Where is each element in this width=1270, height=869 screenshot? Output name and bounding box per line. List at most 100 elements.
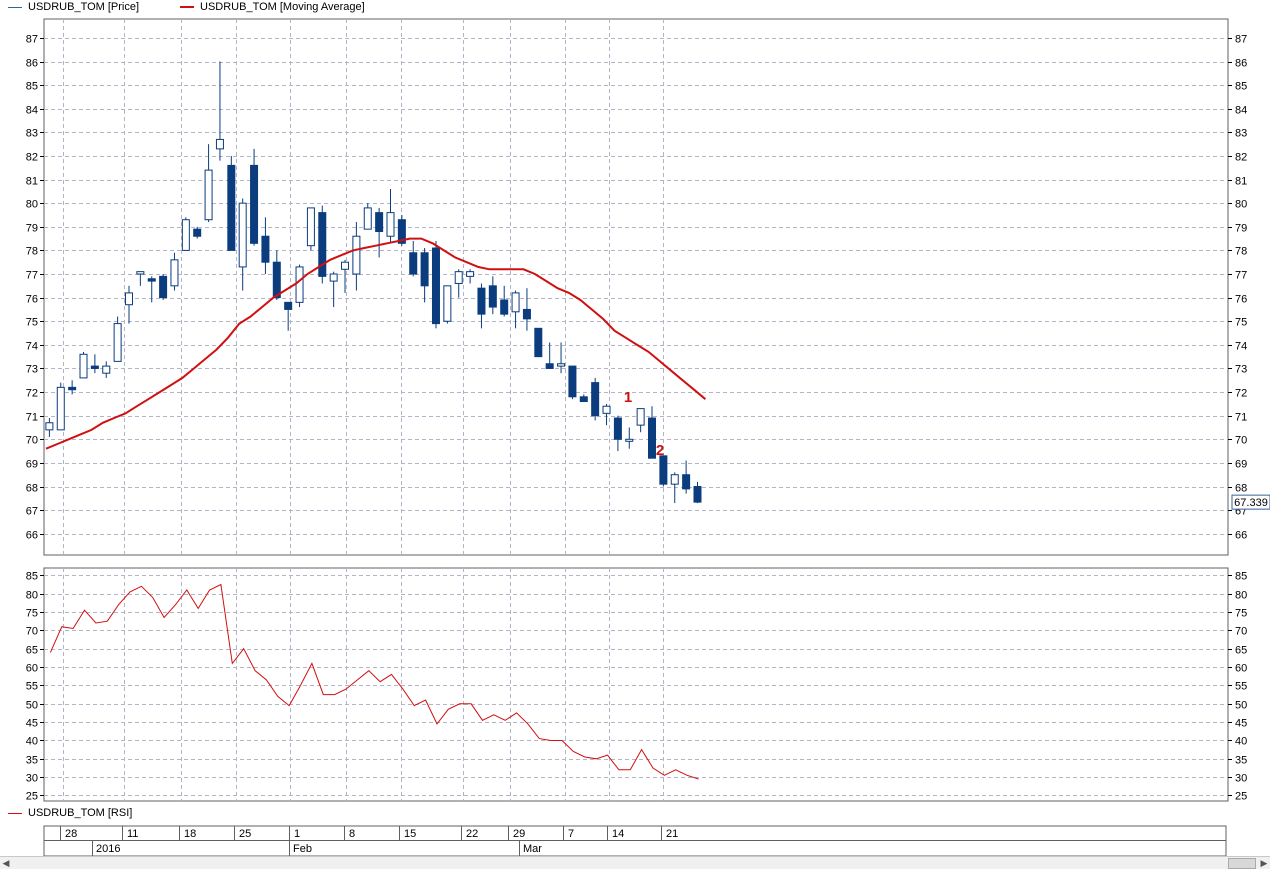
price-tick-label-right: 81 [1235, 176, 1247, 188]
price-candle[interactable] [79, 351, 88, 379]
price-candle[interactable] [181, 217, 190, 251]
price-tick-label-left: 70 [26, 435, 38, 447]
price-tick-label-right: 87 [1235, 34, 1247, 46]
price-tick-label-right: 80 [1235, 199, 1247, 211]
price-candle[interactable] [306, 207, 315, 251]
price-candle[interactable] [56, 382, 65, 431]
candle-body-down [272, 261, 281, 299]
price-tick-label-right: 84 [1235, 105, 1247, 117]
candle-body-down [227, 164, 236, 251]
price-tick-label-left: 75 [26, 317, 38, 329]
price-candle[interactable] [295, 264, 304, 308]
price-candle[interactable] [227, 155, 236, 251]
candle-body-down [147, 278, 156, 282]
candle-body-down [522, 308, 531, 320]
price-tick-label-right: 85 [1235, 81, 1247, 93]
rsi-tick-label-left: 65 [26, 645, 38, 657]
period-label: Feb [293, 843, 312, 855]
candle-body-up [511, 292, 520, 313]
day-label: 8 [349, 828, 355, 840]
candle-body-up [79, 353, 88, 379]
price-tick-label-left: 85 [26, 81, 38, 93]
legend-rsi[interactable]: USDRUB_TOM [RSI] [8, 807, 132, 819]
candle-body-up [238, 202, 247, 268]
candle-body-down [431, 247, 440, 325]
rsi-tick-label-right: 65 [1235, 645, 1247, 657]
annotation-label: 1 [624, 389, 632, 406]
candle-body-down [693, 486, 702, 503]
price-candle[interactable] [318, 205, 327, 284]
candle-body-up [295, 266, 304, 303]
price-tick-label-right: 78 [1235, 246, 1247, 258]
candle-body-up [102, 365, 111, 374]
price-tick-label-left: 73 [26, 364, 38, 376]
candle-body-up [45, 422, 54, 431]
period-label: Mar [523, 843, 542, 855]
candle-body-down [420, 252, 429, 287]
candle-body-up [204, 169, 213, 221]
price-tick-label-left: 84 [26, 105, 38, 117]
candle-body-down [613, 417, 622, 440]
candle-body-up [329, 273, 338, 282]
chart-canvas[interactable]: 66 6667 6768 6869 6970 7071 7172 7273 7374 7475 75… [0, 0, 1270, 856]
price-candle[interactable] [659, 455, 668, 487]
price-tick-label-right: 74 [1235, 341, 1247, 353]
price-tick-label-left: 87 [26, 34, 38, 46]
price-candle[interactable] [159, 274, 168, 300]
price-candle[interactable] [113, 316, 122, 362]
candle-body-down [90, 365, 99, 369]
price-tick-label-right: 79 [1235, 223, 1247, 235]
price-tick-label-left: 69 [26, 459, 38, 471]
candle-body-up [341, 261, 350, 270]
price-tick-label-left: 72 [26, 388, 38, 400]
day-label: 15 [404, 828, 416, 840]
scroll-left-arrow-icon[interactable]: ◀ [0, 857, 12, 869]
price-candle[interactable] [443, 285, 452, 324]
price-panel[interactable]: 66 6667 6768 6869 6970 7071 7172 7273 7374 7475 75… [26, 18, 1270, 556]
last-price-label: 67.339 [1234, 497, 1268, 509]
day-label: 29 [513, 828, 525, 840]
rsi-panel[interactable]: 25 25 30 30 35 35 40 40 45 45 50 50 55 55 60 60 65 65 70 70… [26, 567, 1248, 803]
price-candle[interactable] [534, 327, 543, 358]
candle-body-up [306, 207, 315, 247]
scroll-right-arrow-icon[interactable]: ▶ [1258, 857, 1270, 869]
price-tick-label-right: 70 [1235, 435, 1247, 447]
candle-body-up [181, 219, 190, 251]
day-label: 22 [466, 828, 478, 840]
rsi-tick-label-left: 75 [26, 608, 38, 620]
price-tick-label-left: 79 [26, 223, 38, 235]
rsi-tick-label-right: 30 [1235, 773, 1247, 785]
candle-body-up [113, 323, 122, 362]
candle-body-down [591, 382, 600, 417]
price-candle[interactable] [591, 377, 600, 421]
horizontal-scrollbar[interactable]: ◀ ▶ [0, 856, 1270, 869]
day-label: 7 [568, 828, 574, 840]
price-tick-label-right: 71 [1235, 412, 1247, 424]
price-tick-label-right: 83 [1235, 128, 1247, 140]
price-tick-label-left: 83 [26, 128, 38, 140]
candle-body-down [682, 474, 691, 490]
price-tick-label-left: 77 [26, 270, 38, 282]
price-tick-label-right: 86 [1235, 58, 1247, 70]
candle-body-down [409, 252, 418, 275]
price-candle[interactable] [568, 365, 577, 400]
candle-body-down [545, 363, 554, 369]
price-tick-label-left: 68 [26, 483, 38, 495]
candle-body-up [602, 405, 611, 414]
day-label: 1 [294, 828, 300, 840]
annotation-label: 2 [656, 442, 664, 459]
price-tick-label-left: 74 [26, 341, 38, 353]
candle-body-up [625, 438, 634, 442]
price-candle[interactable] [431, 240, 440, 329]
price-tick-label-right: 75 [1235, 317, 1247, 329]
scroll-thumb[interactable] [1228, 858, 1256, 869]
candle-body-down [68, 386, 77, 391]
rsi-tick-label-left: 80 [26, 590, 38, 602]
candle-body-down [193, 228, 202, 237]
candle-body-down [375, 212, 384, 233]
legend-rsi-swatch [8, 812, 22, 814]
candle-body-up [352, 235, 361, 275]
candle-body-down [159, 275, 168, 299]
rsi-tick-label-right: 35 [1235, 755, 1247, 767]
candle-body-down [261, 235, 270, 263]
